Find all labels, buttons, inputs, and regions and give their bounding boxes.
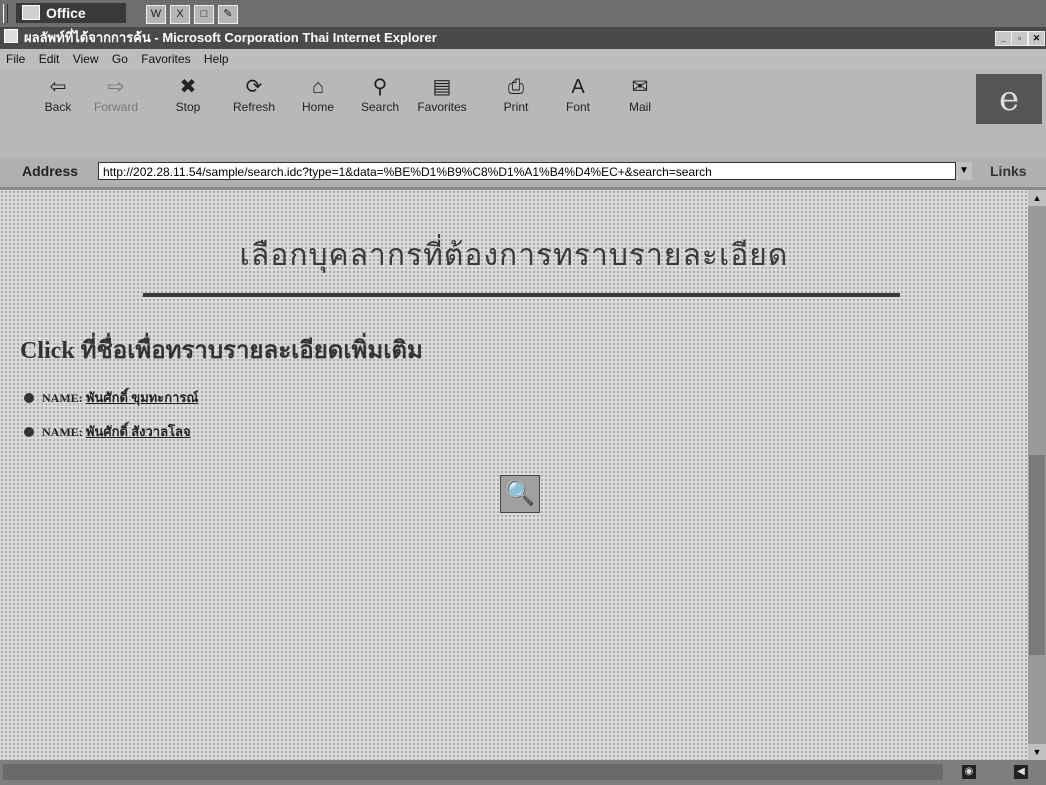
- page-title: เลือกบุคลากรที่ต้องการทราบรายละเอียด: [239, 238, 789, 273]
- back-button[interactable]: ⇦ Back: [30, 74, 86, 120]
- scroll-thumb[interactable]: [1029, 455, 1045, 655]
- address-input[interactable]: http://202.28.11.54/sample/search.idc?ty…: [98, 162, 956, 180]
- page-subheading: Click ที่ชื่อเพื่อทราบรายละเอียดเพิ่มเติ…: [20, 338, 423, 364]
- minimize-button[interactable]: _: [995, 31, 1012, 46]
- scroll-up-icon[interactable]: ▲: [1028, 190, 1046, 206]
- forward-button[interactable]: ⇨ Forward: [88, 74, 144, 120]
- result-label: NAME:: [42, 425, 83, 439]
- menu-help[interactable]: Help: [204, 52, 229, 66]
- maximize-button[interactable]: ▫: [1011, 31, 1028, 46]
- menu-edit[interactable]: Edit: [39, 52, 60, 66]
- menu-bar: File Edit View Go Favorites Help: [0, 49, 1046, 70]
- refresh-icon: ⟳: [245, 76, 263, 98]
- title-divider: [143, 293, 900, 297]
- back-label: Back: [44, 100, 72, 114]
- links-button[interactable]: Links: [990, 163, 1027, 179]
- office-button[interactable]: Office: [16, 3, 126, 23]
- mail-button[interactable]: ✉ Mail: [612, 74, 668, 120]
- home-button[interactable]: ⌂ Home: [290, 74, 346, 120]
- refresh-label: Refresh: [232, 100, 276, 114]
- window-title-bar: ผลลัพท์ที่ได้จากการค้น - Microsoft Corpo…: [0, 27, 1046, 49]
- search-label: Search: [360, 100, 400, 114]
- toolbar-grip[interactable]: [3, 4, 8, 23]
- address-dropdown-icon[interactable]: ▼: [956, 162, 972, 180]
- stop-icon: ✖: [179, 76, 197, 98]
- window-title: ผลลัพท์ที่ได้จากการค้น - Microsoft Corpo…: [24, 30, 437, 45]
- home-icon: ⌂: [311, 76, 325, 98]
- bullet-icon: [24, 393, 34, 403]
- word-icon[interactable]: W: [146, 5, 166, 24]
- refresh-button[interactable]: ⟳ Refresh: [226, 74, 282, 120]
- magnifier-search-button[interactable]: 🔍: [500, 475, 540, 513]
- office-label: Office: [46, 5, 86, 21]
- font-icon: A: [571, 76, 585, 98]
- stop-label: Stop: [175, 100, 201, 114]
- forward-label: Forward: [93, 100, 138, 114]
- scroll-down-icon[interactable]: ▼: [1028, 744, 1046, 760]
- access-icon[interactable]: ✎: [218, 5, 238, 24]
- home-label: Home: [301, 100, 334, 114]
- powerpoint-icon[interactable]: □: [194, 5, 214, 24]
- status-bar: ◉ ◀: [0, 760, 1046, 785]
- menu-file[interactable]: File: [6, 52, 25, 66]
- standard-toolbar: ⇦ Back ⇨ Forward ✖ Stop ⟳ Refresh ⌂ Home…: [0, 70, 1046, 158]
- favorites-button[interactable]: ▤ Favorites: [414, 74, 470, 120]
- font-button[interactable]: A Font: [550, 74, 606, 120]
- search-icon: ⚲: [372, 76, 388, 98]
- menu-go[interactable]: Go: [112, 52, 128, 66]
- excel-icon[interactable]: X: [170, 5, 190, 24]
- font-label: Font: [565, 100, 590, 114]
- stop-button[interactable]: ✖ Stop: [160, 74, 216, 120]
- page-content: เลือกบุคลากรที่ต้องการทราบรายละเอียด Cli…: [0, 190, 1028, 760]
- status-text-panel: [3, 764, 943, 780]
- favorites-icon: ▤: [432, 76, 452, 98]
- mail-label: Mail: [628, 100, 651, 114]
- magnifier-icon: 🔍: [505, 480, 535, 507]
- ie-window-icon[interactable]: [4, 29, 18, 43]
- volume-icon[interactable]: ◀: [1014, 765, 1028, 779]
- bullet-icon: [24, 427, 34, 437]
- address-bar: Address http://202.28.11.54/sample/searc…: [0, 158, 1046, 187]
- mail-icon: ✉: [631, 76, 649, 98]
- print-label: Print: [503, 100, 529, 114]
- menu-view[interactable]: View: [73, 52, 99, 66]
- forward-arrow-icon: ⇨: [107, 76, 125, 98]
- office-shortcut-bar: Office W X □ ✎: [0, 0, 1046, 27]
- print-button[interactable]: ⎙ Print: [488, 74, 544, 120]
- ie-logo-icon: e: [976, 74, 1042, 124]
- result-label: NAME:: [42, 391, 83, 405]
- back-arrow-icon: ⇦: [49, 76, 67, 98]
- list-item: NAME: พันศักดิ์ สังวาลโลจ: [24, 421, 191, 442]
- result-link[interactable]: พันศักดิ์ ขุมทะการณ์: [86, 390, 199, 405]
- print-icon: ⎙: [508, 76, 524, 98]
- close-button[interactable]: ✕: [1028, 31, 1045, 46]
- result-link[interactable]: พันศักดิ์ สังวาลโลจ: [86, 424, 191, 439]
- menu-favorites[interactable]: Favorites: [141, 52, 190, 66]
- security-zone-icon: ◉: [962, 765, 976, 779]
- favorites-label: Favorites: [417, 100, 467, 114]
- vertical-scrollbar[interactable]: ▲ ▼: [1028, 190, 1046, 760]
- address-label: Address: [22, 163, 79, 179]
- list-item: NAME: พันศักดิ์ ขุมทะการณ์: [24, 387, 198, 408]
- office-logo-icon: [22, 5, 40, 20]
- search-button[interactable]: ⚲ Search: [352, 74, 408, 120]
